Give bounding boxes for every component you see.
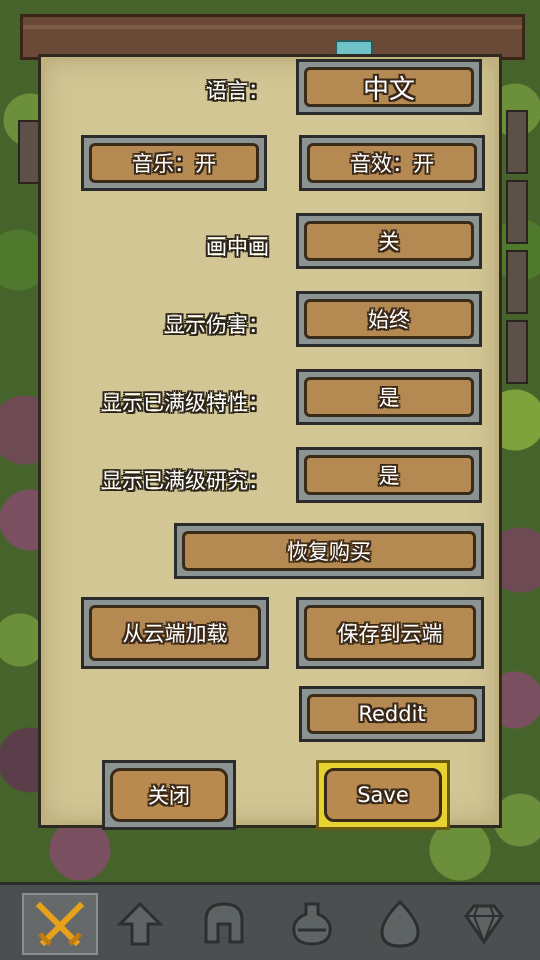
show-maxed-research-label: 显示已满级研究： (101, 469, 269, 493)
upgrade-arrow-icon (116, 901, 164, 946)
music-toggle-button[interactable]: 音乐：开 (81, 135, 267, 191)
right-post-2 (506, 180, 528, 244)
show-maxed-traits-button[interactable]: 是 (296, 369, 482, 425)
load-from-cloud-label: 从云端加载 (89, 605, 261, 661)
close-button[interactable]: 关闭 (102, 760, 236, 830)
save-button[interactable]: Save (316, 760, 450, 830)
right-post-1 (506, 110, 528, 174)
crossed-swords-icon (35, 901, 85, 947)
pip-value: 关 (304, 221, 474, 261)
show-maxed-research-value: 是 (304, 455, 474, 495)
reddit-label: Reddit (307, 694, 477, 734)
right-post-4 (506, 320, 528, 384)
music-toggle-label: 音乐：开 (89, 143, 259, 183)
sfx-toggle-button[interactable]: 音效：开 (299, 135, 485, 191)
save-to-cloud-button[interactable]: 保存到云端 (296, 597, 484, 669)
show-maxed-traits-label: 显示已满级特性： (101, 391, 269, 415)
sfx-toggle-label: 音效：开 (307, 143, 477, 183)
show-damage-label: 显示伤害： (164, 313, 269, 337)
right-post-3 (506, 250, 528, 314)
pip-toggle-button[interactable]: 关 (296, 213, 482, 269)
gem-icon (464, 904, 504, 945)
potion-icon (292, 902, 332, 946)
tab-shop[interactable] (446, 893, 522, 955)
restore-purchases-label: 恢复购买 (182, 531, 476, 571)
pip-label: 画中画 (206, 235, 269, 259)
show-damage-value: 始终 (304, 299, 474, 339)
load-from-cloud-button[interactable]: 从云端加载 (81, 597, 269, 669)
save-to-cloud-label: 保存到云端 (304, 605, 476, 661)
tab-upgrades[interactable] (102, 893, 178, 955)
left-post (18, 120, 40, 184)
bottom-tab-bar (0, 882, 540, 960)
save-label: Save (324, 768, 442, 822)
language-value: 中文 (304, 67, 474, 107)
show-maxed-traits-value: 是 (304, 377, 474, 417)
language-button[interactable]: 中文 (296, 59, 482, 115)
tab-battle[interactable] (22, 893, 98, 955)
show-damage-button[interactable]: 始终 (296, 291, 482, 347)
tab-potions[interactable] (274, 893, 350, 955)
show-maxed-research-button[interactable]: 是 (296, 447, 482, 503)
tab-eggs[interactable] (362, 893, 438, 955)
reddit-button[interactable]: Reddit (299, 686, 485, 742)
close-label: 关闭 (110, 768, 228, 822)
helmet-icon (204, 902, 244, 944)
egg-icon (380, 899, 420, 948)
settings-panel: 语言： 中文 音乐：开 音效：开 画中画 关 显示伤害： 始终 显示已满级特性：… (38, 54, 502, 830)
restore-purchases-button[interactable]: 恢复购买 (174, 523, 484, 579)
tab-heroes[interactable] (186, 893, 262, 955)
language-label: 语言： (206, 79, 269, 103)
